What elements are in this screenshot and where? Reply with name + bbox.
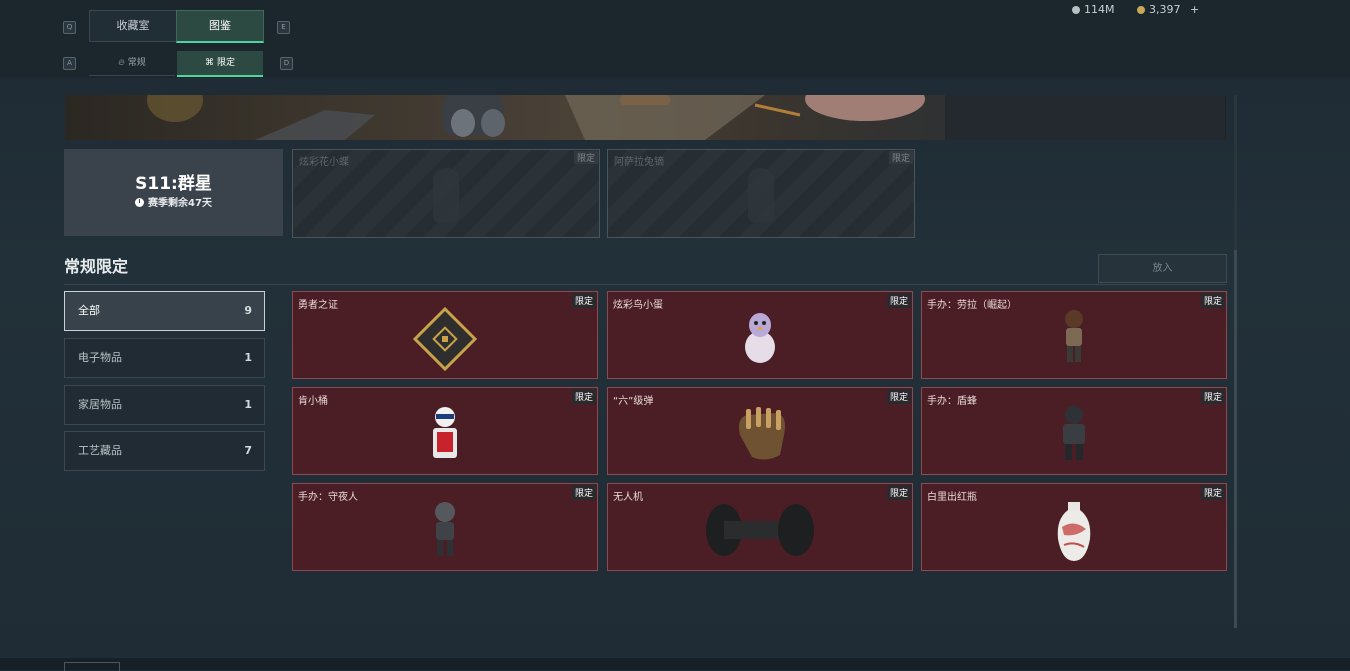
filter-electronics[interactable]: 电子物品 1: [64, 338, 265, 378]
silver-currency: 114M: [1072, 2, 1115, 18]
deposit-button[interactable]: 放入: [1098, 254, 1227, 283]
item-card[interactable]: 白里出红瓶 限定: [921, 483, 1227, 571]
item-card[interactable]: “六”级弹 限定: [607, 387, 913, 475]
locked-item-name: 炫彩花小蝶: [299, 157, 349, 168]
season-banner-image: [65, 95, 1226, 140]
item-name: 手办：劳拉（崛起）: [927, 300, 1017, 311]
item-name: 勇者之证: [298, 300, 338, 311]
badge-card-icon: [413, 307, 477, 371]
filter-label: 电子物品: [78, 351, 122, 364]
tag-icon: ⌘: [204, 58, 214, 68]
gold-currency: 3,397 +: [1137, 2, 1199, 18]
limited-tag: 限定: [571, 293, 596, 308]
hotkey-q-hint: Q: [63, 21, 76, 34]
silver-coin-icon: [1072, 6, 1080, 14]
hotkey-e-hint: E: [277, 21, 290, 34]
item-card[interactable]: 无人机 限定: [607, 483, 913, 571]
gold-coin-icon: [1137, 6, 1145, 14]
season-remaining-label: 赛季剩余47天: [148, 198, 212, 209]
tab-collection-room[interactable]: 收藏室: [89, 10, 177, 42]
filter-count: 1: [244, 398, 252, 411]
section-divider: [64, 284, 1226, 285]
filter-label: 家居物品: [78, 398, 122, 411]
egg-bird-icon: [745, 313, 775, 363]
item-name: 炫彩鸟小蛋: [613, 300, 663, 311]
limited-tag: 限定: [571, 389, 596, 404]
hotkey-d-hint: D: [280, 57, 293, 70]
filter-label: 全部: [78, 304, 100, 317]
figure-lara-icon: [1065, 310, 1083, 362]
season-card[interactable]: S11:群星 赛季剩余47天: [64, 149, 283, 236]
limited-tag: 限定: [886, 389, 911, 404]
filter-household[interactable]: 家居物品 1: [64, 385, 265, 425]
limited-tag: 限定: [1200, 389, 1225, 404]
subtab-regular-label: 常规: [127, 58, 146, 68]
item-name: 手办：盾蜂: [927, 396, 977, 407]
limited-tag: 限定: [886, 485, 911, 500]
item-name: 手办：守夜人: [298, 492, 358, 503]
locked-item-card[interactable]: 炫彩花小蝶 限定: [292, 149, 600, 238]
item-card[interactable]: 手办：守夜人 限定: [292, 483, 598, 571]
filter-count: 1: [244, 351, 252, 364]
section-title: 常规限定: [64, 257, 129, 276]
item-card[interactable]: 肯小桶 限定: [292, 387, 598, 475]
bottom-bar: [0, 658, 1350, 670]
clock-icon: [135, 198, 145, 207]
locked-item-card[interactable]: 阿萨拉兔镝 限定: [607, 149, 915, 238]
subtab-regular[interactable]: 🔥︎ 常规: [89, 51, 175, 76]
locked-item-name: 阿萨拉兔镝: [614, 157, 664, 168]
filter-count: 7: [244, 444, 252, 457]
filter-label: 工艺藏品: [78, 444, 122, 457]
season-title: S11:群星: [135, 174, 212, 194]
item-card[interactable]: 手办：劳拉（崛起） 限定: [921, 291, 1227, 379]
subtab-limited-label: 限定: [216, 58, 235, 68]
filter-crafts[interactable]: 工艺藏品 7: [64, 431, 265, 471]
flame-icon: 🔥︎: [118, 58, 125, 68]
limited-tag: 限定: [573, 151, 598, 164]
bullets-hand-icon: [739, 407, 785, 460]
silhouette-icon: [433, 168, 459, 222]
silver-amount: 114M: [1084, 3, 1115, 16]
item-name: “六”级弹: [613, 396, 654, 407]
filter-count: 9: [244, 304, 252, 317]
season-remaining: 赛季剩余47天: [64, 194, 283, 209]
item-name: 肯小桶: [298, 396, 328, 407]
figure-nightwatch-icon: [435, 502, 455, 556]
item-card[interactable]: 炫彩鸟小蛋 限定: [607, 291, 913, 379]
subtab-limited[interactable]: ⌘ 限定: [177, 51, 263, 77]
hotkey-a-hint: A: [63, 57, 76, 70]
scrollbar-thumb[interactable]: [1234, 250, 1237, 628]
filter-all[interactable]: 全部 9: [64, 291, 265, 331]
bucket-figure-icon: [433, 407, 457, 458]
drone-icon: [706, 504, 814, 556]
limited-tag: 限定: [888, 151, 913, 164]
item-card[interactable]: 手办：盾蜂 限定: [921, 387, 1227, 475]
item-card[interactable]: 勇者之证 限定: [292, 291, 598, 379]
gold-amount: 3,397: [1149, 3, 1181, 16]
limited-tag: 限定: [1200, 485, 1225, 500]
item-name: 无人机: [613, 492, 643, 503]
vase-icon: [1057, 502, 1091, 561]
item-name: 白里出红瓶: [927, 492, 977, 503]
add-currency-button[interactable]: +: [1190, 3, 1199, 16]
limited-tag: 限定: [886, 293, 911, 308]
tab-codex[interactable]: 图鉴: [176, 10, 264, 43]
limited-tag: 限定: [1200, 293, 1225, 308]
limited-tag: 限定: [571, 485, 596, 500]
figure-armored-icon: [1063, 406, 1085, 460]
banner-scene: [147, 95, 1225, 140]
silhouette-icon: [748, 168, 774, 222]
